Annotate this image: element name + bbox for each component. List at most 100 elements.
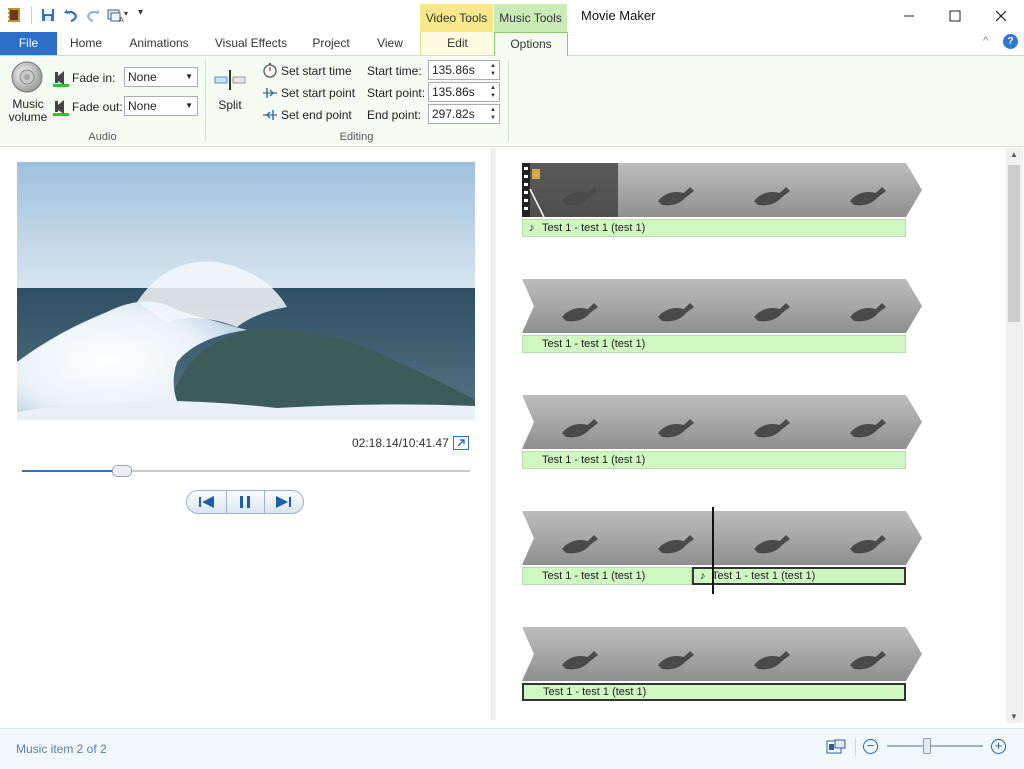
start-point-label: Start point: <box>367 86 426 100</box>
tab-edit[interactable]: Edit <box>420 32 494 55</box>
app-title: Movie Maker <box>581 8 656 23</box>
set-start-point-button[interactable]: Set start point <box>281 86 355 100</box>
close-button[interactable] <box>978 0 1024 32</box>
seek-progress <box>22 470 121 472</box>
set-start-point-icon <box>262 85 278 104</box>
tab-project[interactable]: Project <box>305 32 357 55</box>
collapse-ribbon-icon[interactable]: ^ <box>983 35 988 47</box>
scroll-down-icon[interactable]: ▼ <box>1010 712 1018 721</box>
music-item-label: Test 1 - test 1 (test 1) <box>712 570 816 582</box>
music-item[interactable]: ♪ Test 1 - test 1 (test 1) <box>522 219 906 237</box>
seek-slider-thumb[interactable] <box>111 465 132 477</box>
divider <box>31 6 32 24</box>
storyboard-view-icon[interactable] <box>826 739 846 758</box>
redo-icon[interactable] <box>85 7 101 23</box>
music-item-label: Test 1 - test 1 (test 1) <box>543 686 647 698</box>
maximize-button[interactable] <box>932 0 978 32</box>
music-item-label: Test 1 - test 1 (test 1) <box>542 454 646 466</box>
fade-out-icon <box>53 98 69 119</box>
video-clip-strip[interactable] <box>522 395 924 449</box>
music-note-icon: ♪ <box>700 570 706 582</box>
previous-frame-button[interactable] <box>196 495 218 509</box>
zoom-out-icon[interactable]: − <box>863 739 878 754</box>
music-item-label: Test 1 - test 1 (test 1) <box>542 338 646 350</box>
spin-arrows-icon[interactable]: ▲ ▼ <box>490 84 496 100</box>
clip-thumbnails <box>522 279 922 333</box>
start-time-input[interactable]: 135.86s ▲ ▼ <box>428 60 500 80</box>
tab-view[interactable]: View <box>368 32 412 55</box>
customize-dropdown-icon[interactable]: ▾ <box>138 7 143 18</box>
minimize-button[interactable] <box>886 0 932 32</box>
video-clip-strip[interactable] <box>522 627 924 681</box>
music-item[interactable]: Test 1 - test 1 (test 1) <box>522 567 692 585</box>
music-item[interactable]: Test 1 - test 1 (test 1) <box>522 335 906 353</box>
end-point-label: End point: <box>367 108 422 122</box>
video-clip-strip[interactable] <box>522 279 924 333</box>
next-frame-button[interactable] <box>272 495 294 509</box>
previous-frame-icon <box>199 496 214 508</box>
tab-visual-effects[interactable]: Visual Effects <box>208 32 294 55</box>
music-volume-button[interactable]: Music volume <box>6 98 50 124</box>
set-end-point-button[interactable]: Set end point <box>281 108 352 122</box>
fade-in-dropdown[interactable]: None ▼ <box>124 67 198 87</box>
music-note-icon: ♪ <box>529 222 535 234</box>
playhead[interactable] <box>712 507 714 594</box>
pause-button[interactable] <box>236 495 254 509</box>
snapshot-dropdown-icon[interactable]: ▾ <box>124 9 128 18</box>
music-item[interactable]: Test 1 - test 1 (test 1) <box>522 451 906 469</box>
editing-group-label: Editing <box>339 131 374 143</box>
scrollbar-thumb[interactable] <box>1008 165 1020 322</box>
fade-in-icon <box>53 69 69 90</box>
snapshot-icon[interactable]: A <box>107 7 124 24</box>
music-item-selected[interactable]: ♪ Test 1 - test 1 (test 1) <box>692 567 906 585</box>
tab-home[interactable]: Home <box>63 32 109 55</box>
fade-out-label: Fade out: <box>72 100 123 114</box>
spin-arrows-icon[interactable]: ▲ ▼ <box>490 106 496 122</box>
start-point-input[interactable]: 135.86s ▲ ▼ <box>428 82 500 102</box>
zoom-in-icon[interactable]: + <box>991 739 1006 754</box>
set-start-time-button[interactable]: Set start time <box>281 64 352 78</box>
music-item-selected[interactable]: Test 1 - test 1 (test 1) <box>522 683 906 701</box>
clip-thumbnails <box>522 511 922 565</box>
clip-thumbnails <box>522 627 922 681</box>
split-button[interactable]: Split <box>210 98 250 112</box>
audio-group-label: Audio <box>88 131 117 143</box>
music-item-label: Test 1 - test 1 (test 1) <box>542 570 646 582</box>
status-text: Music item 2 of 2 <box>16 742 107 756</box>
end-point-input[interactable]: 297.82s ▲ ▼ <box>428 104 500 124</box>
moviemaker-app-icon[interactable] <box>6 7 22 23</box>
fade-out-dropdown[interactable]: None ▼ <box>124 96 198 116</box>
fullscreen-icon[interactable] <box>453 436 469 453</box>
clip-thumbnails <box>522 395 922 449</box>
zoom-track[interactable] <box>887 745 983 747</box>
music-volume-label-line1: Music <box>12 97 44 111</box>
speaker-icon <box>10 60 44 94</box>
start-point-value: 135.86s <box>432 85 475 99</box>
video-clip-strip[interactable] <box>522 511 924 565</box>
chevron-down-icon: ▼ <box>185 101 193 110</box>
divider <box>264 490 265 514</box>
undo-icon[interactable] <box>63 7 79 23</box>
stopwatch-icon <box>262 62 278 81</box>
music-item-label: Test 1 - test 1 (test 1) <box>542 222 646 234</box>
tab-options[interactable]: Options <box>494 32 568 57</box>
tab-file[interactable]: File <box>0 32 57 55</box>
context-label-music-tools: Music Tools <box>494 4 567 32</box>
start-time-label: Start time: <box>367 64 422 78</box>
fade-in-value: None <box>128 70 157 84</box>
zoom-slider-thumb[interactable] <box>923 738 932 754</box>
fade-in-label: Fade in: <box>72 71 116 85</box>
divider <box>855 738 856 756</box>
context-label-video-tools: Video Tools <box>420 4 493 32</box>
video-preview[interactable] <box>17 162 475 420</box>
save-icon[interactable] <box>40 7 56 23</box>
video-clip-strip[interactable] <box>522 163 924 218</box>
next-frame-icon <box>276 496 291 508</box>
fade-out-value: None <box>128 99 157 113</box>
tab-animations[interactable]: Animations <box>121 32 197 55</box>
time-readout: 02:18.14/10:41.47 <box>352 436 449 450</box>
divider <box>226 490 227 514</box>
help-icon[interactable]: ? <box>1003 34 1018 49</box>
scroll-up-icon[interactable]: ▲ <box>1010 150 1018 159</box>
spin-arrows-icon[interactable]: ▲ ▼ <box>490 62 496 78</box>
